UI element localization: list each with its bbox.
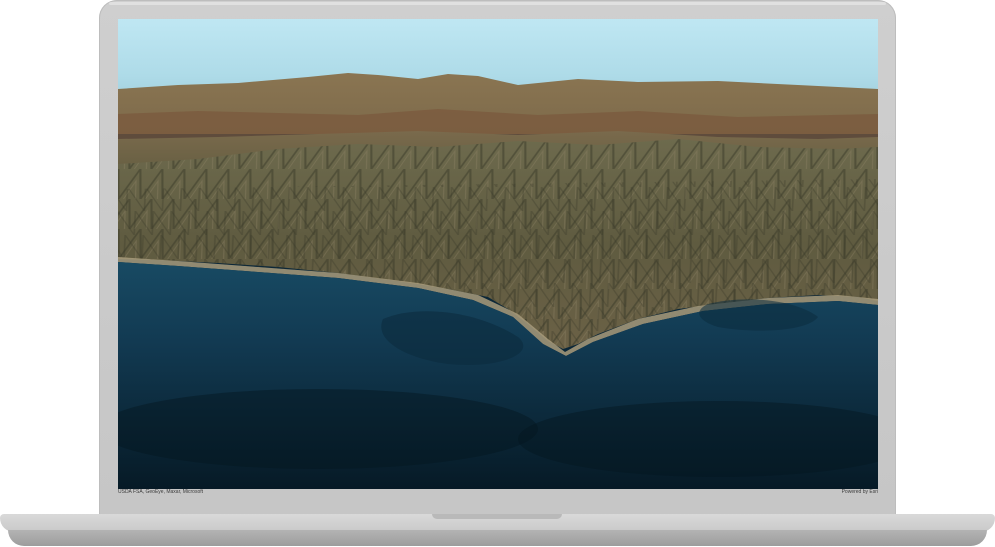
laptop-hinge-notch <box>432 514 562 519</box>
map-attribution: USDA FSA, GeoEye, Maxar, Microsoft <box>118 489 204 495</box>
map-viewport[interactable] <box>118 19 878 489</box>
terrain-scene <box>118 73 878 489</box>
laptop-mockup: USDA FSA, GeoEye, Maxar, Microsoft Power… <box>0 0 995 547</box>
powered-by-label[interactable]: Powered by Esri <box>820 489 878 496</box>
laptop-base-bottom <box>8 530 987 546</box>
lid-highlight <box>109 2 886 5</box>
